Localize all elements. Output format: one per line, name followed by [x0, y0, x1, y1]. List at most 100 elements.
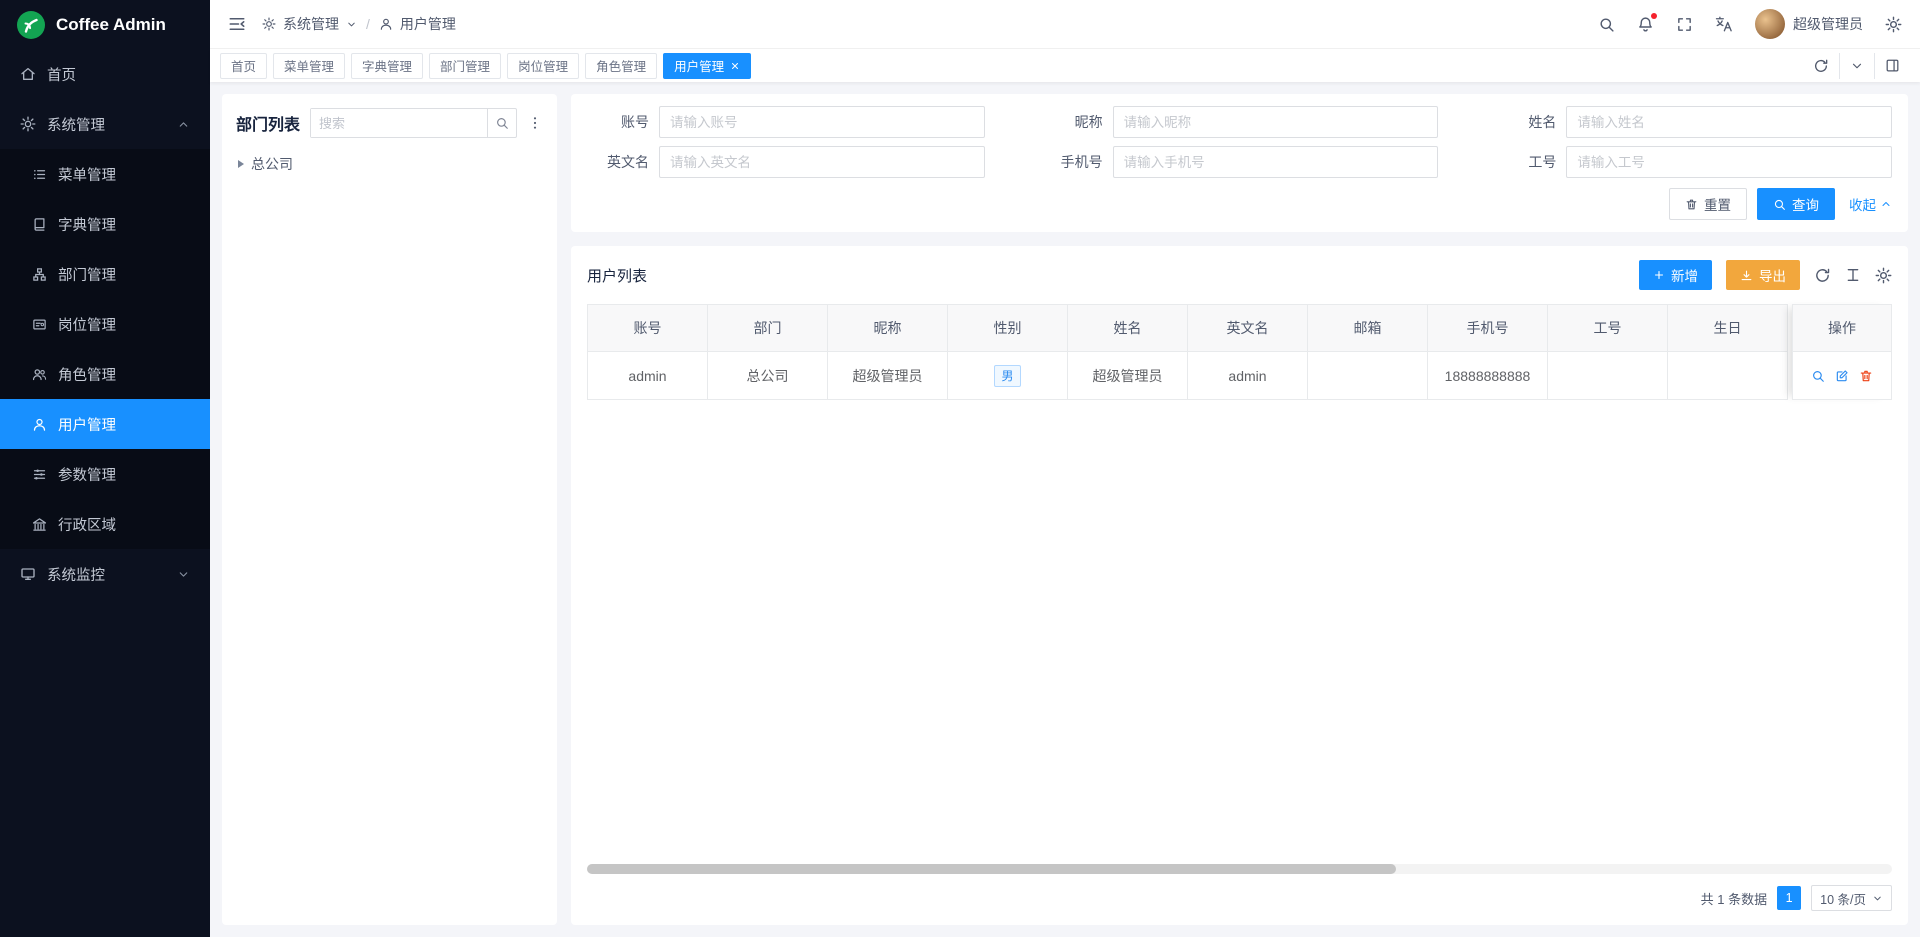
user-name[interactable]: 超级管理员	[1793, 14, 1863, 34]
pagination-page-1[interactable]: 1	[1777, 886, 1801, 910]
search-icon[interactable]	[1598, 16, 1615, 33]
user-icon	[379, 17, 393, 31]
monitor-icon	[20, 566, 36, 582]
col-header-english-name: 英文名	[1188, 304, 1308, 352]
sidebar-item-role-management[interactable]: 角色管理	[0, 349, 210, 399]
sidebar-item-params-management[interactable]: 参数管理	[0, 449, 210, 499]
main-area: 系统管理 / 用户管理 超级管理员 首页 菜单管理 字	[210, 0, 1920, 937]
view-user-icon[interactable]	[1811, 369, 1825, 383]
translate-icon[interactable]	[1715, 15, 1733, 33]
chevron-up-icon	[177, 118, 190, 131]
edit-user-icon[interactable]	[1835, 369, 1849, 383]
sidebar-item-label: 角色管理	[58, 364, 116, 385]
more-options-icon[interactable]	[527, 115, 543, 131]
tree-node-head-office[interactable]: 总公司	[236, 152, 543, 176]
english-name-input[interactable]	[659, 146, 985, 178]
sidebar-item-user-management[interactable]: 用户管理	[0, 399, 210, 449]
notification-badge-dot	[1651, 13, 1657, 19]
tab-home[interactable]: 首页	[220, 53, 267, 79]
refresh-icon[interactable]	[1803, 53, 1839, 79]
sidebar-item-dict-management[interactable]: 字典管理	[0, 199, 210, 249]
tab-role-management[interactable]: 角色管理	[585, 53, 657, 79]
dept-panel-header: 部门列表	[236, 108, 543, 138]
sidebar-item-dept-management[interactable]: 部门管理	[0, 249, 210, 299]
phone-label: 手机号	[1041, 152, 1103, 172]
reset-button[interactable]: 重置	[1669, 188, 1747, 220]
column-width-icon[interactable]	[1845, 267, 1861, 283]
tab-post-management[interactable]: 岗位管理	[507, 53, 579, 79]
sidebar-item-label: 菜单管理	[58, 164, 116, 185]
filter-field-job-number: 工号	[1494, 146, 1892, 178]
dept-search-input[interactable]	[311, 109, 487, 137]
col-header-dept: 部门	[708, 304, 828, 352]
col-header-email: 邮箱	[1308, 304, 1428, 352]
horizontal-scrollbar-thumb[interactable]	[587, 864, 1396, 874]
tab-dict-management[interactable]: 字典管理	[351, 53, 423, 79]
avatar[interactable]	[1755, 9, 1785, 39]
sidebar-item-menu-management[interactable]: 菜单管理	[0, 149, 210, 199]
sidebar-item-label: 系统管理	[47, 114, 105, 135]
tab-user-management[interactable]: 用户管理	[663, 53, 751, 79]
nickname-input[interactable]	[1113, 106, 1439, 138]
layout-icon[interactable]	[1874, 53, 1910, 79]
col-header-nickname: 昵称	[828, 304, 948, 352]
sidebar: Coffee Admin 首页 系统管理 菜单管理 字典管理	[0, 0, 210, 937]
sidebar-item-label: 参数管理	[58, 464, 116, 485]
table-settings-icon[interactable]	[1875, 267, 1892, 284]
sidebar-item-post-management[interactable]: 岗位管理	[0, 299, 210, 349]
cell-email	[1308, 352, 1428, 400]
breadcrumb-parent[interactable]: 系统管理	[283, 14, 339, 34]
table-refresh-icon[interactable]	[1814, 267, 1831, 284]
dept-panel-title: 部门列表	[236, 111, 300, 135]
filter-field-name: 姓名	[1494, 106, 1892, 138]
right-column: 账号 昵称 姓名 英文名	[571, 94, 1908, 925]
notifications-icon[interactable]	[1637, 16, 1654, 33]
breadcrumb: 系统管理 / 用户管理	[262, 14, 456, 34]
export-button[interactable]: 导出	[1726, 260, 1800, 290]
col-header-account: 账号	[588, 304, 708, 352]
cell-nickname: 超级管理员	[828, 352, 948, 400]
tab-dept-management[interactable]: 部门管理	[429, 53, 501, 79]
table-empty-space	[587, 400, 1892, 856]
sidebar-collapse-icon[interactable]	[228, 15, 246, 33]
sidebar-item-label: 部门管理	[58, 264, 116, 285]
tab-menu-management[interactable]: 菜单管理	[273, 53, 345, 79]
filter-field-english-name: 英文名	[587, 146, 985, 178]
add-user-button[interactable]: 新增	[1639, 260, 1712, 290]
fullscreen-icon[interactable]	[1676, 16, 1693, 33]
user-table: 账号 部门 昵称 性别 姓名 英文名 邮箱 手机号 工号 生日	[587, 304, 1892, 400]
dept-search-icon[interactable]	[487, 109, 516, 137]
col-header-actions: 操作	[1792, 304, 1892, 352]
table-fixed-action-column: 操作	[1792, 304, 1892, 400]
account-input[interactable]	[659, 106, 985, 138]
collapse-filters-link[interactable]: 收起	[1849, 194, 1892, 214]
search-icon	[1773, 198, 1786, 211]
job-number-input[interactable]	[1566, 146, 1892, 178]
sidebar-submenu-system: 菜单管理 字典管理 部门管理 岗位管理 角色管理	[0, 149, 210, 549]
sidebar-item-system-monitor[interactable]: 系统监控	[0, 549, 210, 599]
name-input[interactable]	[1566, 106, 1892, 138]
sidebar-item-label: 系统监控	[47, 564, 105, 585]
params-icon	[32, 467, 47, 482]
plus-icon	[1653, 269, 1665, 281]
filter-actions: 重置 查询 收起	[587, 188, 1892, 220]
sidebar-item-admin-region[interactable]: 行政区域	[0, 499, 210, 549]
settings-icon[interactable]	[1885, 16, 1902, 33]
delete-user-icon[interactable]	[1859, 369, 1873, 383]
filter-field-nickname: 昵称	[1041, 106, 1439, 138]
close-icon[interactable]	[730, 61, 740, 71]
phone-input[interactable]	[1113, 146, 1439, 178]
user-table-title: 用户列表	[587, 265, 647, 286]
tree-caret-icon[interactable]	[238, 160, 244, 168]
tree-node-label: 总公司	[251, 154, 293, 174]
account-label: 账号	[587, 112, 649, 132]
col-header-birthday: 生日	[1668, 304, 1788, 352]
sidebar-item-system-management[interactable]: 系统管理	[0, 99, 210, 149]
query-button[interactable]: 查询	[1757, 188, 1835, 220]
page-size-select[interactable]: 10 条/页	[1811, 885, 1892, 911]
id-card-icon	[32, 317, 47, 332]
user-menu[interactable]: 超级管理员	[1755, 9, 1863, 39]
sidebar-item-home[interactable]: 首页	[0, 49, 210, 99]
tab-actions-chevron-down-icon[interactable]	[1839, 53, 1874, 79]
cell-gender: 男	[948, 352, 1068, 400]
